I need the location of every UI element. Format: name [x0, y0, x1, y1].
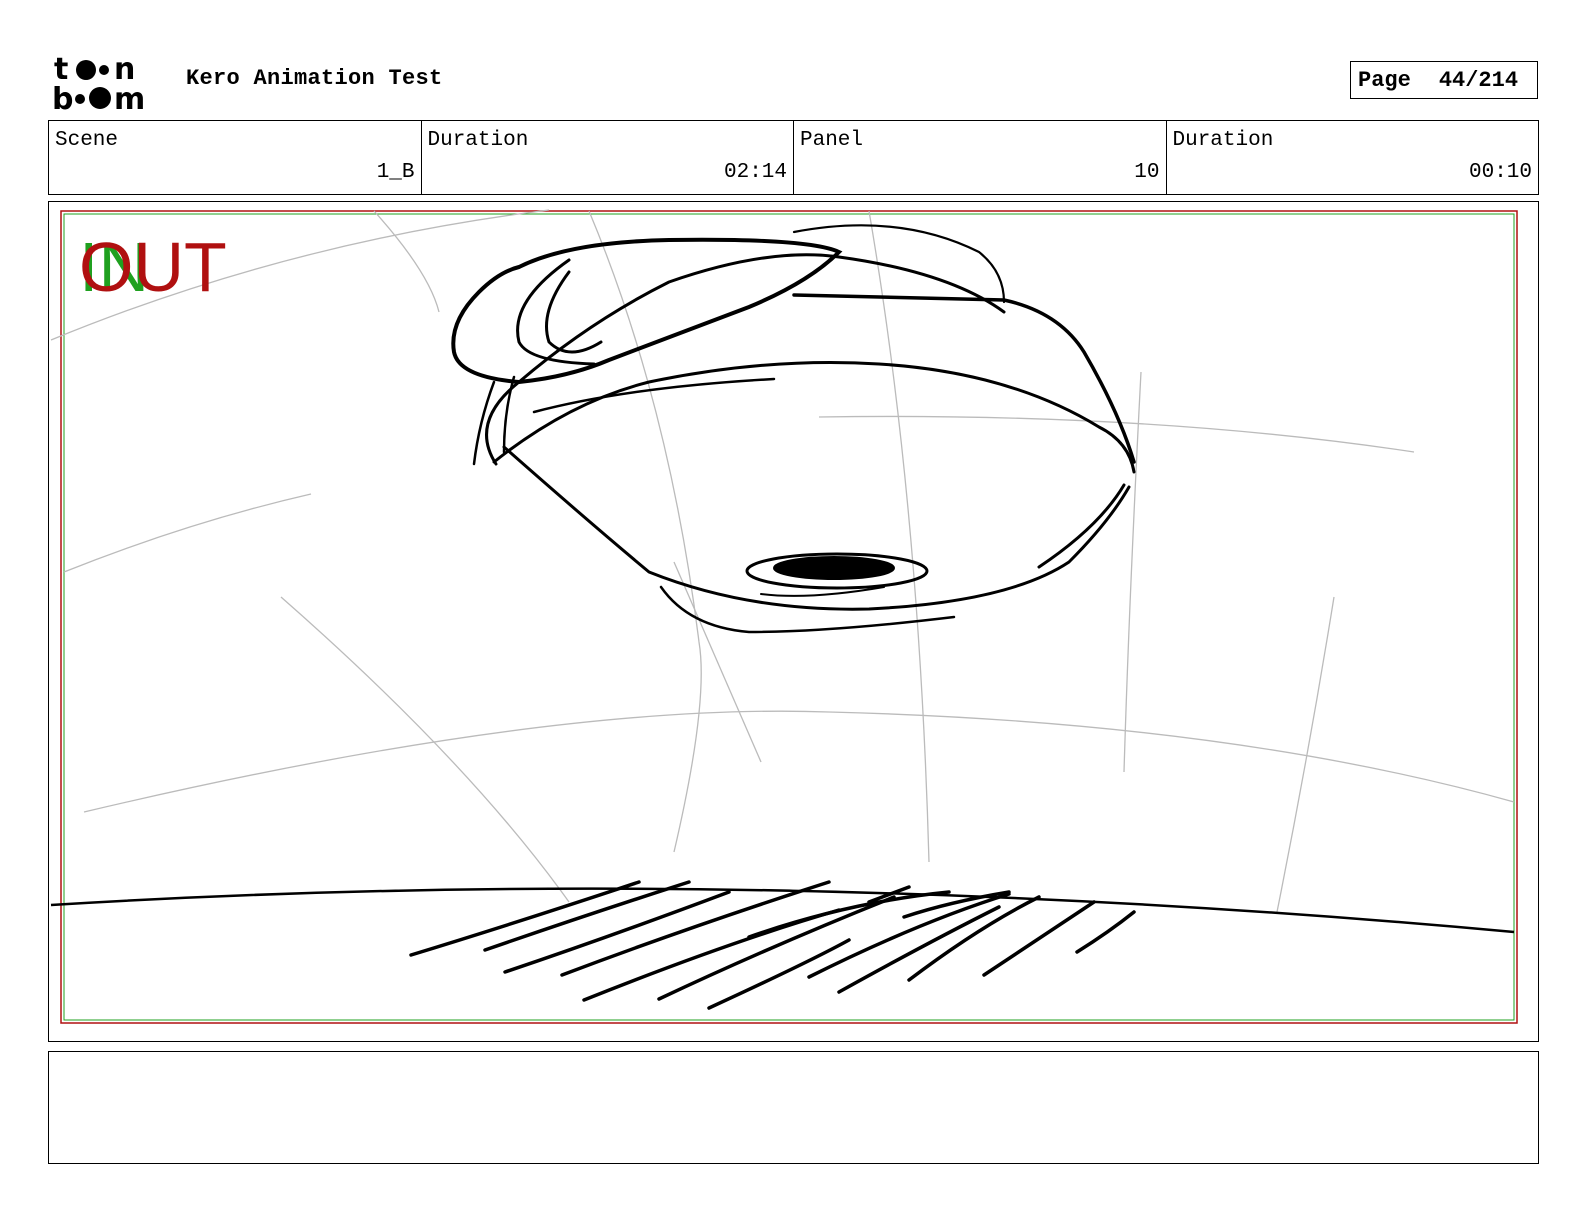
scene-value: 1_B: [376, 161, 415, 184]
panel-sketch: [50, 209, 1518, 1024]
character-head: [451, 224, 1136, 634]
scene-label: Scene: [55, 129, 119, 152]
out-marker: OUT: [79, 228, 227, 306]
page-number: 44/214: [1438, 67, 1519, 93]
svg-text:m: m: [114, 82, 145, 112]
toon-boom-logo-icon: t n b m: [52, 52, 145, 112]
panel-duration-label: Duration: [1172, 129, 1274, 152]
panel-cell: Panel 10: [794, 121, 1167, 194]
storyboard-panel: IN OUT: [48, 201, 1539, 1042]
panel-label: Panel: [800, 129, 864, 152]
panel-duration-cell: Duration 00:10: [1167, 121, 1539, 194]
toon-boom-logo: t n b m: [52, 52, 164, 112]
page-label: Page: [1358, 67, 1411, 93]
panel-value: 10: [1134, 161, 1160, 184]
panel-info-table: Scene 1_B Duration 02:14 Panel 10 Durati…: [48, 120, 1539, 195]
page-indicator: Page 44/214: [1350, 61, 1538, 99]
scene-duration-label: Duration: [427, 129, 529, 152]
frame-in-border: [63, 213, 1515, 1021]
construction-lines: [50, 209, 1515, 913]
panel-notes-box: [48, 1051, 1539, 1164]
panel-duration-value: 00:10: [1468, 161, 1532, 184]
frame-out-border: [60, 210, 1518, 1024]
scene-duration-value: 02:14: [723, 161, 787, 184]
svg-text:b: b: [52, 82, 73, 112]
scene-duration-cell: Duration 02:14: [422, 121, 794, 194]
scene-cell: Scene 1_B: [49, 121, 422, 194]
project-title: Kero Animation Test: [186, 66, 443, 91]
shadow-hatching: [409, 880, 1136, 1010]
